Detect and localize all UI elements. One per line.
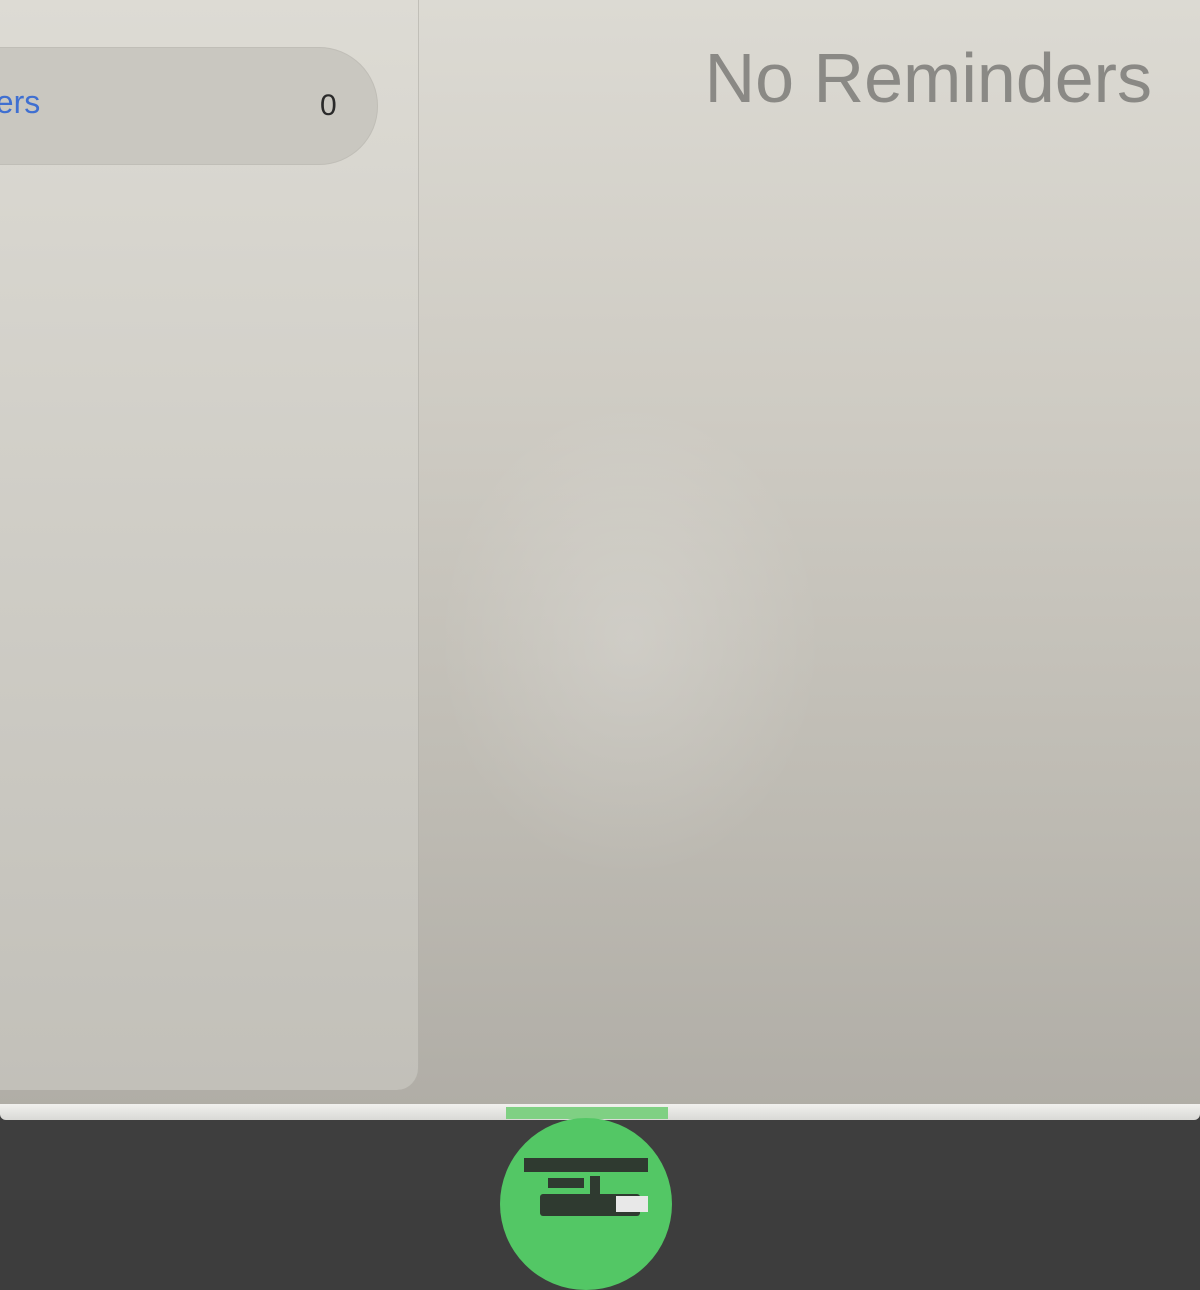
sidebar: ders 0 bbox=[0, 0, 419, 1090]
green-circle-sticker-icon bbox=[500, 1118, 672, 1290]
sidebar-list-count: 0 bbox=[320, 89, 337, 122]
sticker-glyph bbox=[524, 1158, 648, 1216]
screen: ders 0 No Reminders bbox=[0, 0, 1200, 1112]
empty-state-title: No Reminders bbox=[704, 39, 1152, 117]
detail-pane: No Reminders bbox=[419, 0, 1200, 1112]
sidebar-list-label: ders bbox=[0, 84, 41, 120]
